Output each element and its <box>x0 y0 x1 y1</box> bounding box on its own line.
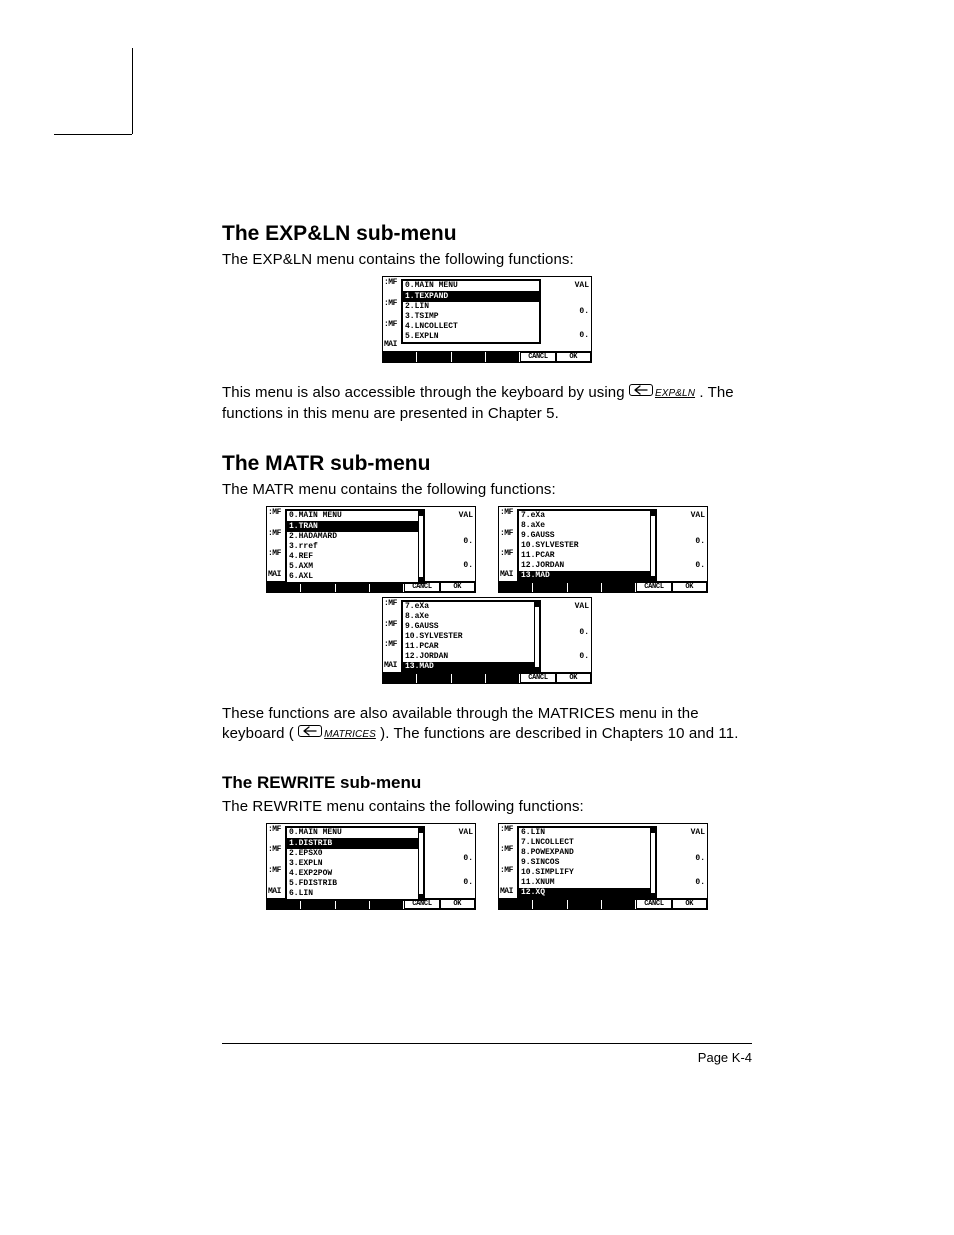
menu-item[interactable]: 7.eXa <box>519 511 650 521</box>
shift-label-matrices: MATRICES <box>324 729 376 740</box>
menu-item[interactable]: 9.GAUSS <box>519 531 650 541</box>
menu-item[interactable]: 10.SIMPLIFY <box>519 868 650 878</box>
menu-matr-a[interactable]: 0.MAIN MENU1.TRAN2.HADAMARD3.rref4.REF5.… <box>285 509 425 584</box>
softkey-blank[interactable] <box>452 352 486 362</box>
softkey-blank[interactable] <box>383 352 417 362</box>
menu-item[interactable]: 1.DISTRIB <box>287 838 418 849</box>
rewrite-screens: :MF:MF:MFMAI VAL 0. 0. 0.MAIN MENU1.DIST… <box>222 823 752 910</box>
menu-item[interactable]: 2.LIN <box>403 302 539 312</box>
scrollbar[interactable] <box>418 828 423 899</box>
left-shift-key <box>298 725 322 737</box>
menu-item[interactable]: 0.MAIN MENU <box>403 281 539 291</box>
intro-rewrite: The REWRITE menu contains the following … <box>222 797 752 817</box>
calc-screen-matr-c: :MF:MF:MFMAI VAL 0. 0. 7.eXa8.aXe9.GAUSS… <box>382 597 592 684</box>
zero-label: 0. <box>579 307 589 317</box>
calc-screen-rewrite-b: :MF:MF:MFMAI VAL 0. 0. 6.LIN7.LNCOLLECT8… <box>498 823 708 910</box>
menu-item[interactable]: 12.JORDAN <box>403 652 534 662</box>
menu-item[interactable]: 11.PCAR <box>519 551 650 561</box>
intro-matr: The MATR menu contains the following fun… <box>222 480 752 500</box>
zero-label: 0. <box>579 331 589 341</box>
menu-item[interactable]: 10.SYLVESTER <box>519 541 650 551</box>
menu-item[interactable]: 4.LNCOLLECT <box>403 322 539 332</box>
menu-item[interactable]: 7.LNCOLLECT <box>519 838 650 848</box>
menu-item[interactable]: 12.JORDAN <box>519 561 650 571</box>
softkey-blank[interactable] <box>486 352 520 362</box>
val-label: VAL <box>575 281 589 291</box>
menu-item[interactable]: 5.FDISTRIB <box>287 879 418 889</box>
menu-item[interactable]: 2.EPSX0 <box>287 849 418 859</box>
left-shift-key <box>629 384 653 396</box>
menu-item[interactable]: 8.POWEXPAND <box>519 848 650 858</box>
softkey-blank[interactable] <box>417 352 451 362</box>
menu-matr-b[interactable]: 7.eXa8.aXe9.GAUSS10.SYLVESTER11.PCAR12.J… <box>517 509 657 583</box>
menu-item[interactable]: 13.MAD <box>403 662 534 672</box>
calc-screen-rewrite-a: :MF:MF:MFMAI VAL 0. 0. 0.MAIN MENU1.DIST… <box>266 823 476 910</box>
menu-item[interactable]: 4.REF <box>287 552 418 562</box>
section-expln: The EXP&LN sub-menu The EXP&LN menu cont… <box>222 222 752 424</box>
expln-after: This menu is also accessible through the… <box>222 383 752 424</box>
section-matr: The MATR sub-menu The MATR menu contains… <box>222 452 752 745</box>
matr-screens-top: :MF:MF:MFMAI VAL 0. 0. 0.MAIN MENU1.TRAN… <box>222 506 752 593</box>
menu-item[interactable]: 1.TRAN <box>287 521 418 532</box>
menu-item[interactable]: 2.HADAMARD <box>287 532 418 542</box>
menu-item[interactable]: 6.AXL <box>287 572 418 582</box>
menu-item[interactable]: 11.XNUM <box>519 878 650 888</box>
page-content: The EXP&LN sub-menu The EXP&LN menu cont… <box>222 222 752 938</box>
calc-screen-matr-b: :MF:MF:MFMAI VAL 0. 0. 7.eXa8.aXe9.GAUSS… <box>498 506 708 593</box>
scrollbar[interactable] <box>418 511 423 582</box>
menu-rewrite-a[interactable]: 0.MAIN MENU1.DISTRIB2.EPSX03.EXPLN4.EXP2… <box>285 826 425 901</box>
scrollbar[interactable] <box>650 511 655 581</box>
menu-item[interactable]: 12.XQ <box>519 888 650 898</box>
heading-rewrite: The REWRITE sub-menu <box>222 773 752 793</box>
section-rewrite: The REWRITE sub-menu The REWRITE menu co… <box>222 773 752 910</box>
menu-item[interactable]: 6.LIN <box>287 889 418 899</box>
menu-item[interactable]: 4.EXP2POW <box>287 869 418 879</box>
menu-item[interactable]: 11.PCAR <box>403 642 534 652</box>
softkey-ok[interactable]: OK <box>556 352 591 362</box>
menu-rewrite-b[interactable]: 6.LIN7.LNCOLLECT8.POWEXPAND9.SINCOS10.SI… <box>517 826 657 900</box>
menu-item[interactable]: 8.aXe <box>519 521 650 531</box>
calc-screen-expln: :MF :MF :MF MAI VAL 0. 0. 0.MAIN MENU1.T… <box>382 276 592 363</box>
menu-item[interactable]: 3.rref <box>287 542 418 552</box>
intro-expln: The EXP&LN menu contains the following f… <box>222 250 752 270</box>
menu-item[interactable]: 9.SINCOS <box>519 858 650 868</box>
calc-screen-matr-a: :MF:MF:MFMAI VAL 0. 0. 0.MAIN MENU1.TRAN… <box>266 506 476 593</box>
page-number: Page K-4 <box>698 1050 752 1065</box>
softkey-cancl[interactable]: CANCL <box>520 352 555 362</box>
menu-item[interactable]: 1.TEXPAND <box>403 291 539 302</box>
menu-item[interactable]: 3.TSIMP <box>403 312 539 322</box>
menu-item[interactable]: 8.aXe <box>403 612 534 622</box>
menu-item[interactable]: 6.LIN <box>519 828 650 838</box>
menu-item[interactable]: 5.AXM <box>287 562 418 572</box>
heading-expln: The EXP&LN sub-menu <box>222 222 752 246</box>
menu-item[interactable]: 13.MAD <box>519 571 650 581</box>
softkey-row: CANCL OK <box>383 351 591 362</box>
menu-item[interactable]: 10.SYLVESTER <box>403 632 534 642</box>
expln-screens: :MF :MF :MF MAI VAL 0. 0. 0.MAIN MENU1.T… <box>222 276 752 363</box>
menu-item[interactable]: 9.GAUSS <box>403 622 534 632</box>
heading-matr: The MATR sub-menu <box>222 452 752 476</box>
matr-screens-bottom: :MF:MF:MFMAI VAL 0. 0. 7.eXa8.aXe9.GAUSS… <box>222 597 752 684</box>
menu-expln[interactable]: 0.MAIN MENU1.TEXPAND2.LIN3.TSIMP4.LNCOLL… <box>401 279 541 344</box>
shift-label-expln: EXP&LN <box>655 388 695 399</box>
menu-matr-c[interactable]: 7.eXa8.aXe9.GAUSS10.SYLVESTER11.PCAR12.J… <box>401 600 541 674</box>
menu-item[interactable]: 0.MAIN MENU <box>287 511 418 521</box>
menu-item[interactable]: 7.eXa <box>403 602 534 612</box>
matr-after: These functions are also available throu… <box>222 704 752 745</box>
menu-item[interactable]: 0.MAIN MENU <box>287 828 418 838</box>
footer-rule <box>222 1043 752 1044</box>
menu-item[interactable]: 3.EXPLN <box>287 859 418 869</box>
menu-item[interactable]: 5.EXPLN <box>403 332 539 342</box>
scrollbar[interactable] <box>534 602 539 672</box>
scrollbar[interactable] <box>650 828 655 898</box>
crop-marks <box>54 48 144 138</box>
stack-labels: :MF :MF :MF MAI <box>383 277 403 351</box>
